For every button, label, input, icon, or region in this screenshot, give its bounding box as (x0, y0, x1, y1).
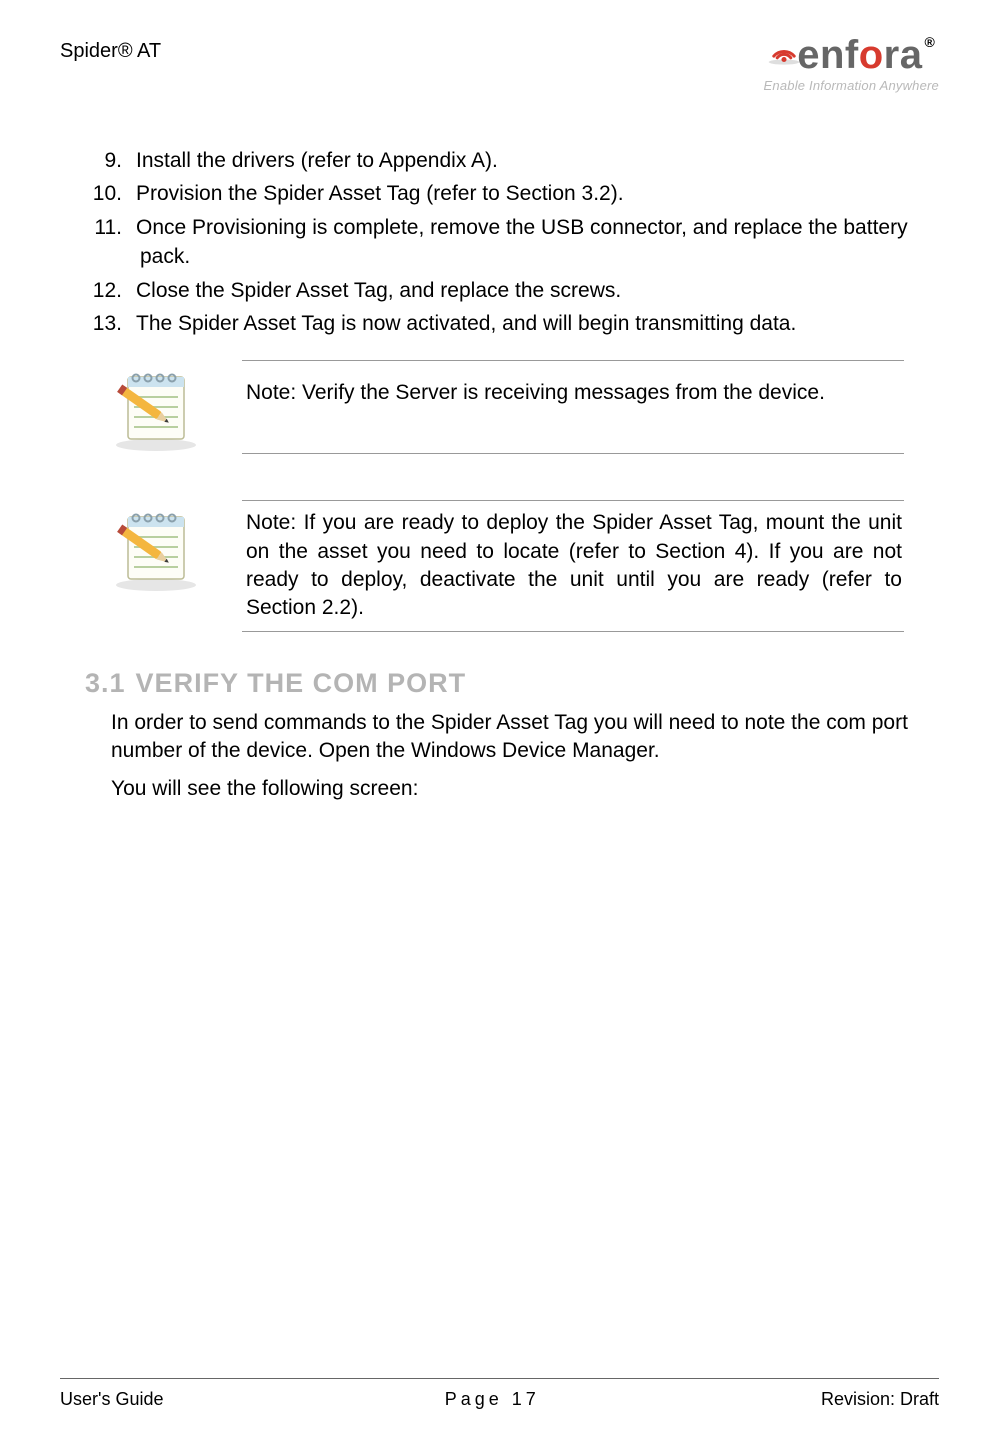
product-name: Spider® AT (60, 35, 161, 63)
brand-logo: enfora® Enable Information Anywhere (764, 35, 939, 93)
notepad-pencil-icon (106, 363, 206, 453)
footer-right: Revision: Draft (821, 1389, 939, 1410)
footer-left: User's Guide (60, 1389, 163, 1410)
logo-wordmark: enfora® (764, 35, 939, 75)
page-header: Spider® AT enfora® Enable Information An… (60, 35, 939, 130)
note-text: Note: If you are ready to deploy the Spi… (242, 501, 904, 631)
note-text: Note: Verify the Server is receiving mes… (242, 361, 904, 454)
body-paragraph: In order to send commands to the Spider … (111, 709, 914, 766)
list-item: 12.Close the Spider Asset Tag, and repla… (120, 276, 914, 305)
footer-center: Page 17 (445, 1389, 540, 1410)
note-block-1: Note: Verify the Server is receiving mes… (105, 360, 904, 454)
list-item: 13.The Spider Asset Tag is now activated… (120, 309, 914, 338)
list-item: 10.Provision the Spider Asset Tag (refer… (120, 179, 914, 208)
list-item: 9.Install the drivers (refer to Appendix… (120, 146, 914, 175)
note-block-2: Note: If you are ready to deploy the Spi… (105, 500, 904, 631)
logo-tagline: Enable Information Anywhere (764, 78, 939, 93)
wifi-signal-icon (767, 32, 801, 60)
section-heading: 3.1VERIFY THE COM PORT (85, 668, 914, 699)
list-item: 11.Once Provisioning is complete, remove… (120, 213, 914, 272)
body-paragraph: You will see the following screen: (111, 775, 914, 803)
numbered-steps: 9.Install the drivers (refer to Appendix… (85, 146, 914, 338)
notepad-pencil-icon (106, 503, 206, 593)
page-footer: User's Guide Page 17 Revision: Draft (60, 1378, 939, 1410)
